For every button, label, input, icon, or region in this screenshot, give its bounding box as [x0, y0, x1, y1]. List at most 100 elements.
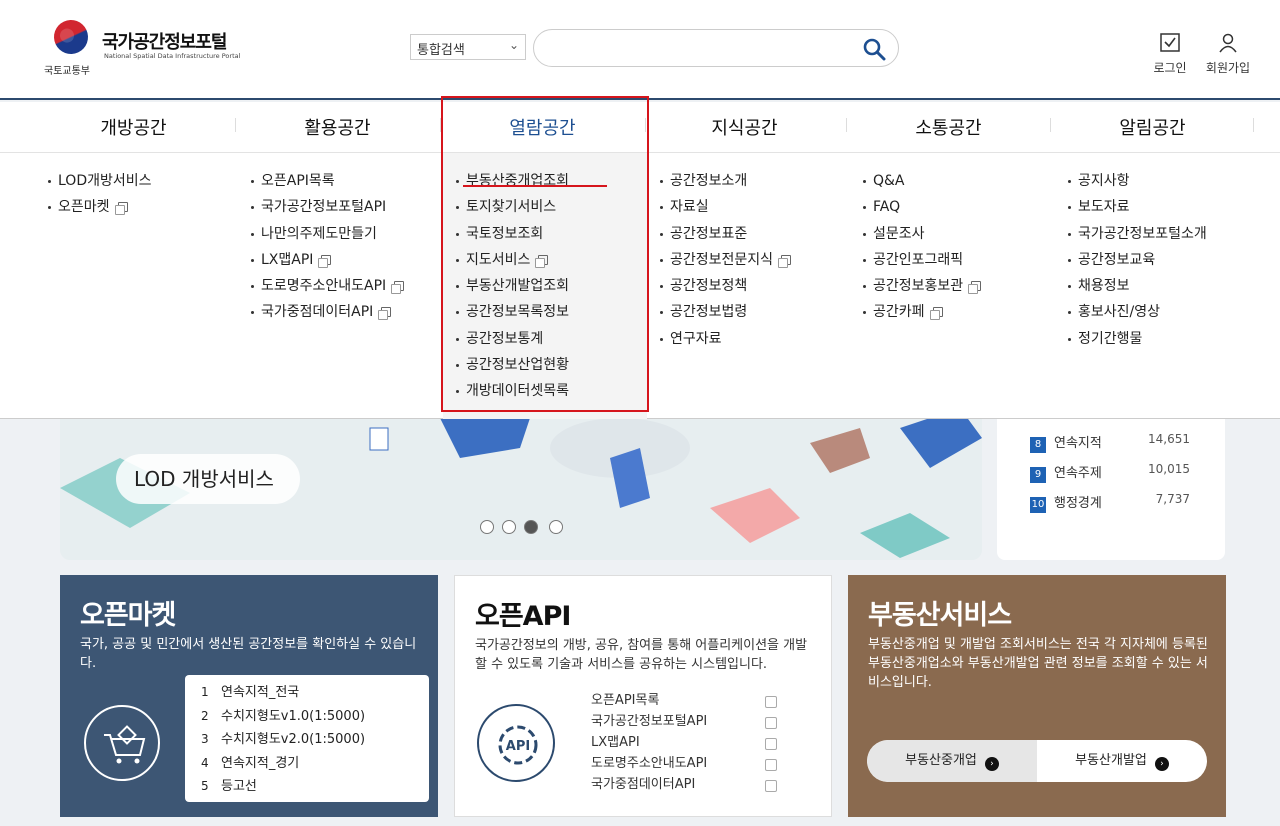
menu-item-education[interactable]: 공간정보교육	[1068, 247, 1207, 273]
search-scope-select[interactable]: 통합검색 ⌄	[410, 34, 526, 60]
menu-item-recruit[interactable]: 채용정보	[1068, 273, 1207, 299]
menu-item-press[interactable]: 보도자료	[1068, 194, 1207, 220]
open-market-title[interactable]: 오픈마켓	[80, 593, 176, 632]
menu-item-road-address-api[interactable]: 도로명주소안내도API	[251, 273, 405, 299]
menu-item-intro[interactable]: 공간정보소개	[660, 168, 791, 194]
menu-column-communication-space: Q&A FAQ 설문조사 공간인포그래픽 공간정보홍보관 공간카페	[863, 168, 982, 326]
ranking-row[interactable]: 8 연속지적 14,651	[1030, 432, 1190, 453]
nav-communication-space[interactable]: 소통공간	[846, 102, 1051, 152]
list-item[interactable]: 1 연속지적_전국	[201, 681, 413, 705]
menu-item-pr-hall[interactable]: 공간정보홍보관	[863, 273, 982, 299]
nav-open-space[interactable]: 개방공간	[31, 102, 236, 152]
menu-item-survey[interactable]: 설문조사	[863, 221, 981, 247]
menu-item-label: 채용정보	[1078, 278, 1130, 295]
slide-dot-3[interactable]	[524, 520, 538, 534]
menu-item-lx-map-api[interactable]: LX맵API	[251, 247, 404, 273]
item-label: 연속지적_전국	[221, 685, 300, 700]
menu-item-policy[interactable]: 공간정보정책	[660, 273, 791, 299]
menu-item-cafe[interactable]: 공간카페	[863, 299, 981, 325]
menu-item-expert-knowledge[interactable]: 공간정보전문지식	[660, 247, 792, 273]
menu-item-land-info[interactable]: 국토정보조회	[456, 221, 569, 247]
logo-title: 국가공간정보포털	[102, 32, 227, 53]
open-api-title[interactable]: 오픈API	[475, 594, 571, 633]
nav-view-space[interactable]: 열람공간	[440, 102, 645, 152]
menu-item-map-service[interactable]: 지도서비스	[456, 247, 569, 273]
search-icon[interactable]	[862, 37, 886, 61]
rank-name: 연속주제	[1054, 466, 1102, 481]
menu-item-industry-status[interactable]: 공간정보산업현황	[456, 352, 569, 378]
list-item[interactable]: 4 연속지적_경기	[201, 752, 413, 776]
slide-dot-1[interactable]	[480, 520, 494, 534]
mega-menu: 개방공간 활용공간 열람공간 지식공간 소통공간 알림공간 LOD개방서비스 오…	[0, 102, 1280, 419]
menu-column-knowledge-space: 공간정보소개 자료실 공간정보표준 공간정보전문지식 공간정보정책 공간정보법령…	[660, 168, 792, 352]
open-market-desc: 국가, 공공 및 민간에서 생산된 공간정보를 확인하실 수 있습니다.	[80, 637, 417, 671]
list-item[interactable]: 오픈API목록	[591, 690, 777, 711]
list-item[interactable]: 2 수치지형도v1.0(1:5000)	[201, 705, 413, 729]
menu-item-standard[interactable]: 공간정보표준	[660, 221, 791, 247]
menu-item-faq[interactable]: FAQ	[863, 194, 981, 220]
portal-logo[interactable]: 국가공간정보포털 National Spatial Data Infrastru…	[44, 14, 244, 77]
menu-item-label: 자료실	[670, 199, 709, 216]
menu-item-label: 설문조사	[873, 225, 925, 242]
menu-item-land-search[interactable]: 토지찾기서비스	[456, 194, 569, 220]
ranking-row[interactable]: 10 행정경계 7,737	[1030, 492, 1190, 513]
menu-item-openapi-list[interactable]: 오픈API목록	[251, 168, 404, 194]
menu-item-catalog[interactable]: 공간정보목록정보	[456, 299, 569, 325]
search-scope-value: 통합검색	[417, 43, 465, 58]
realestate-title[interactable]: 부동산서비스	[868, 593, 1012, 632]
menu-item-periodicals[interactable]: 정기간행물	[1068, 326, 1207, 352]
nav-separator	[1253, 118, 1254, 132]
item-number: 4	[201, 755, 209, 770]
broker-button[interactable]: 부동산중개업 ›	[867, 740, 1037, 782]
cart-icon	[84, 705, 160, 781]
search-input[interactable]	[533, 29, 899, 67]
list-item[interactable]: 국가공간정보포털API	[591, 711, 777, 732]
list-item[interactable]: 도로명주소안내도API	[591, 753, 777, 774]
menu-item-portal-intro[interactable]: 국가공간정보포털소개	[1068, 221, 1207, 247]
menu-item-realestate-broker[interactable]: 부동산중개업조회	[456, 168, 569, 194]
login-label: 로그인	[1153, 61, 1187, 75]
new-window-icon	[535, 254, 549, 268]
open-api-desc: 국가공간정보의 개방, 공유, 참여를 통해 어플리케이션을 개발할 수 있도록…	[475, 638, 808, 672]
slide-dot-2[interactable]	[502, 520, 516, 534]
menu-column-notice-space: 공지사항 보도자료 국가공간정보포털소개 공간정보교육 채용정보 홍보사진/영상…	[1068, 168, 1207, 352]
menu-item-open-datasets[interactable]: 개방데이터셋목록	[456, 378, 569, 404]
nav-notice-space[interactable]: 알림공간	[1050, 102, 1255, 152]
menu-item-my-map[interactable]: 나만의주제도만들기	[251, 221, 404, 247]
list-item[interactable]: 5 등고선	[201, 775, 413, 799]
list-item[interactable]: LX맵API	[591, 732, 777, 753]
item-label: 연속지적_경기	[221, 755, 300, 771]
login-button[interactable]: 로그인	[1144, 33, 1196, 76]
menu-item-lod-service[interactable]: LOD개방서비스	[48, 168, 152, 194]
rank-count: 14,651	[1148, 432, 1190, 446]
slide-dot-4[interactable]	[549, 520, 563, 534]
nav-use-space[interactable]: 활용공간	[235, 102, 440, 152]
menu-item-national-data-api[interactable]: 국가중점데이터API	[251, 299, 404, 325]
menu-item-label: 지도서비스	[466, 251, 531, 268]
menu-item-portal-api[interactable]: 국가공간정보포털API	[251, 194, 404, 220]
ranking-row[interactable]: 9 연속주제 10,015	[1030, 462, 1190, 483]
list-item[interactable]: 국가중점데이터API	[591, 774, 777, 795]
api-gear-icon: API	[477, 704, 555, 782]
nav-knowledge-space[interactable]: 지식공간	[642, 102, 847, 152]
menu-item-research[interactable]: 연구자료	[660, 326, 791, 352]
menu-item-qna[interactable]: Q&A	[863, 168, 981, 194]
open-market-card: 오픈마켓 국가, 공공 및 민간에서 생산된 공간정보를 확인하실 수 있습니다…	[60, 575, 438, 817]
menu-item-archive[interactable]: 자료실	[660, 194, 791, 220]
menu-item-infographic[interactable]: 공간인포그래픽	[863, 247, 981, 273]
item-number: 1	[201, 685, 209, 699]
signup-button[interactable]: 회원가입	[1202, 33, 1254, 76]
menu-item-statistics[interactable]: 공간정보통계	[456, 326, 569, 352]
menu-item-media[interactable]: 홍보사진/영상	[1068, 299, 1207, 325]
menu-item-realestate-developer[interactable]: 부동산개발업조회	[456, 273, 569, 299]
item-label: 수치지형도v2.0(1:5000)	[221, 732, 366, 747]
developer-button[interactable]: 부동산개발업 ›	[1037, 740, 1207, 782]
lod-service-button[interactable]: LOD 개방서비스	[116, 454, 300, 504]
menu-item-law[interactable]: 공간정보법령	[660, 299, 791, 325]
menu-item-open-market[interactable]: 오픈마켓	[48, 194, 152, 220]
rank-count: 7,737	[1155, 492, 1190, 506]
list-item[interactable]: 3 수치지형도v2.0(1:5000)	[201, 728, 413, 752]
realestate-card: 부동산서비스 부동산중개업 및 개발업 조회서비스는 전국 각 지자체에 등록된…	[848, 575, 1226, 817]
new-window-icon	[968, 281, 982, 295]
menu-item-notice[interactable]: 공지사항	[1068, 168, 1207, 194]
